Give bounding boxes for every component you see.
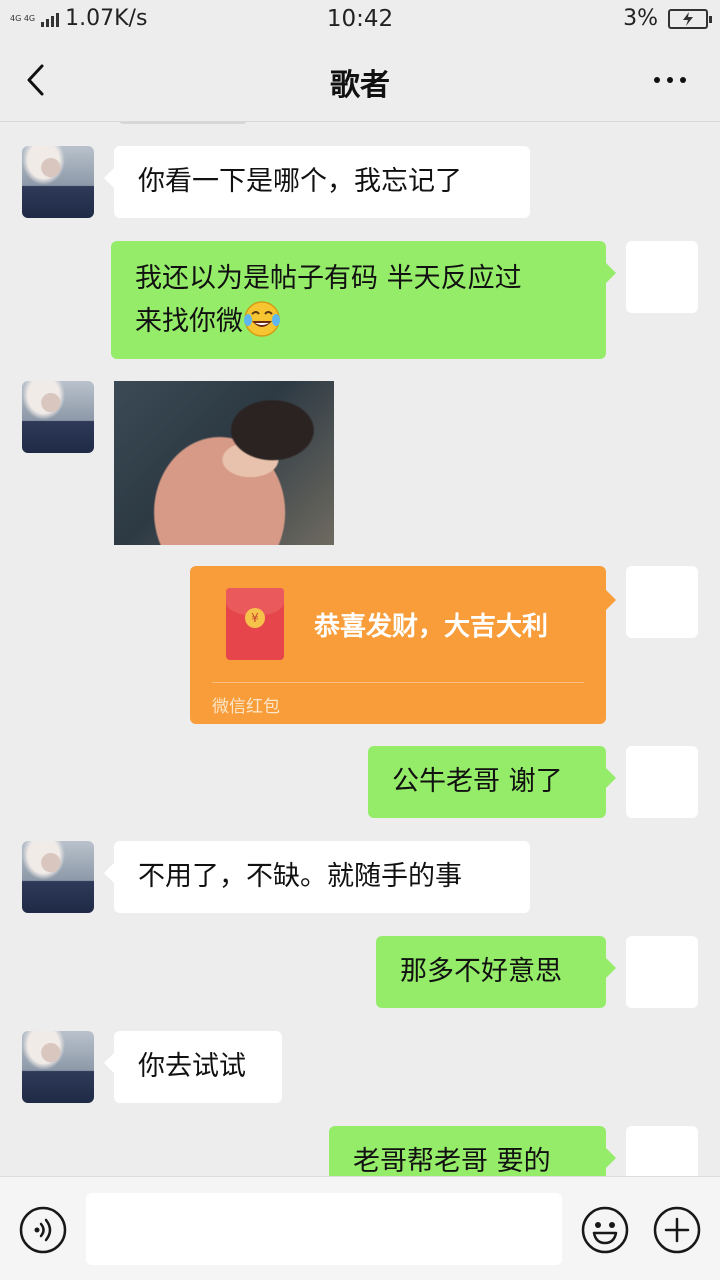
message-text: 公牛老哥 谢了	[392, 766, 563, 797]
my-avatar[interactable]	[626, 746, 698, 818]
more-dots-icon[interactable]	[652, 70, 688, 90]
message-bubble-outgoing[interactable]: 我还以为是帖子有码 半天反应过 来找你微	[111, 241, 616, 359]
plus-icon[interactable]	[652, 1205, 702, 1255]
my-avatar[interactable]	[626, 1126, 698, 1176]
message-input[interactable]	[86, 1193, 562, 1265]
contact-avatar[interactable]	[22, 1031, 94, 1103]
battery-icon	[668, 8, 712, 29]
message-text: 那多不好意思	[400, 956, 562, 987]
my-avatar[interactable]	[626, 936, 698, 1008]
message-text-line: 我还以为是帖子有码 半天反应过	[135, 263, 522, 294]
message-bubble-incoming[interactable]: 你去试试	[104, 1031, 282, 1103]
emoji-icon[interactable]	[580, 1205, 630, 1255]
message-text: 来找你微	[135, 306, 243, 337]
image-message[interactable]	[114, 381, 334, 545]
chat-header: 歌者	[0, 40, 720, 122]
red-envelope-icon: ¥	[226, 588, 284, 660]
red-packet-label: 微信红包	[212, 697, 280, 717]
divider	[212, 682, 584, 683]
message-text: 你看一下是哪个，我忘记了	[138, 166, 462, 197]
tears-of-joy-emoji-icon	[244, 301, 280, 337]
red-packet-message[interactable]: ¥ 恭喜发财，大吉大利 微信红包	[190, 566, 616, 724]
battery-percent: 3%	[623, 6, 658, 31]
status-bar: 4G 4G 1.07K/s 10:42 3%	[0, 0, 720, 40]
voice-icon[interactable]	[18, 1205, 68, 1255]
message-bubble-outgoing[interactable]: 那多不好意思	[376, 936, 616, 1008]
my-avatar[interactable]	[626, 566, 698, 638]
contact-avatar[interactable]	[22, 146, 94, 218]
message-text: 老哥帮老哥 要的	[353, 1146, 551, 1176]
message-bubble-incoming[interactable]: 不用了，不缺。就随手的事	[104, 841, 530, 913]
contact-avatar[interactable]	[22, 841, 94, 913]
previous-message-edge	[118, 122, 248, 124]
input-bar	[0, 1176, 720, 1280]
message-bubble-incoming[interactable]: 你看一下是哪个，我忘记了	[104, 146, 530, 218]
message-text: 你去试试	[138, 1051, 246, 1082]
message-list[interactable]: 你看一下是哪个，我忘记了 我还以为是帖子有码 半天反应过 来找你微 ¥ 恭喜发财…	[0, 122, 720, 1176]
red-packet-greeting: 恭喜发财，大吉大利	[314, 612, 549, 642]
clock: 10:42	[326, 6, 394, 32]
message-bubble-outgoing[interactable]: 公牛老哥 谢了	[368, 746, 616, 818]
chat-title: 歌者	[330, 68, 390, 103]
message-text-line: 来找你微	[135, 300, 582, 343]
message-bubble-outgoing[interactable]: 老哥帮老哥 要的	[329, 1126, 616, 1176]
my-avatar[interactable]	[626, 241, 698, 313]
message-text: 不用了，不缺。就随手的事	[138, 861, 462, 892]
contact-avatar[interactable]	[22, 381, 94, 453]
coin-icon: ¥	[245, 608, 265, 628]
